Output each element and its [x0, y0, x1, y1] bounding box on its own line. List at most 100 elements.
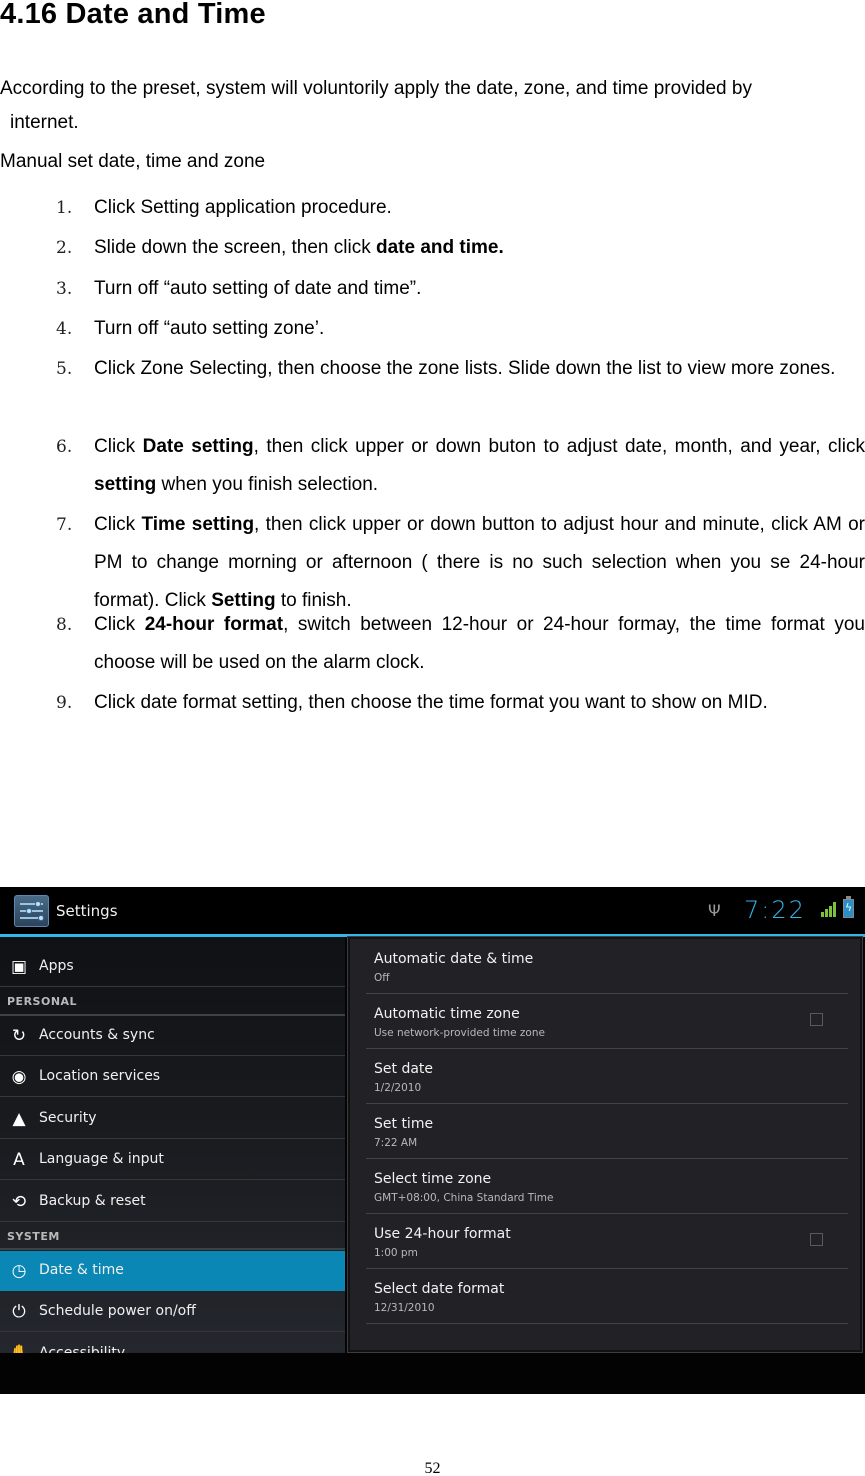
step-text: Click Date setting, then click upper or … — [94, 428, 865, 504]
setting-title: Use 24-hour format — [374, 1226, 511, 1242]
step-number: 5. — [56, 359, 73, 379]
step-emphasis: Date setting — [142, 436, 254, 457]
sidebar-item-label: Accounts & sync — [39, 1027, 155, 1043]
sidebar-item-apps[interactable]: ▣ Apps — [0, 947, 345, 987]
checkbox[interactable] — [810, 1233, 823, 1246]
sidebar-item-label: Location services — [39, 1068, 161, 1084]
step-text: Click Zone Selecting, then choose the zo… — [94, 350, 865, 388]
power-schedule-icon: ⏻ — [12, 1302, 26, 1322]
setting-set-date[interactable]: Set date 1/2/2010 — [366, 1049, 848, 1104]
sidebar-item-label: Accessibility — [39, 1345, 126, 1353]
step-number: 1. — [56, 198, 73, 218]
status-clock: 7:22 — [744, 896, 806, 924]
section-heading: 4.16 Date and Time — [0, 0, 266, 30]
sidebar-item-label: Language & input — [39, 1151, 164, 1167]
sidebar-item-label: Schedule power on/off — [39, 1303, 196, 1319]
setting-automatic-date-time[interactable]: Automatic date & time Off — [366, 939, 848, 994]
backup-icon: ⟲ — [11, 1192, 27, 1212]
step-emphasis: date and time. — [376, 237, 504, 258]
section-divider — [0, 1248, 345, 1250]
setting-summary: 12/31/2010 — [374, 1302, 435, 1314]
battery-charging-icon: ϟ — [843, 896, 854, 918]
section-header-personal: PERSONAL — [7, 995, 78, 1008]
battery-bolt: ϟ — [845, 901, 853, 914]
sidebar-item-label: Date & time — [39, 1262, 124, 1278]
step-text-fragment: Turn off “auto setting of date and time”… — [94, 278, 422, 299]
sidebar-item-schedule-power-on-off[interactable]: ⏻ Schedule power on/off — [0, 1292, 345, 1332]
settings-categories-pane: ▣ Apps PERSONAL ↻ Accounts & sync ◉ Locatio… — [0, 937, 345, 1353]
step-number: 6. — [56, 437, 73, 457]
setting-summary: 1/2/2010 — [374, 1082, 422, 1094]
setting-use-24-hour-format[interactable]: Use 24-hour format 1:00 pm — [366, 1214, 848, 1269]
step-number: 7. — [56, 515, 73, 535]
intro-paragraph-line1: According to the preset, system will vol… — [0, 78, 752, 99]
sidebar-item-language-input[interactable]: A Language & input — [0, 1140, 345, 1180]
app-title: Settings — [56, 902, 118, 920]
setting-summary: 1:00 pm — [374, 1247, 418, 1259]
step-text-fragment: Turn off “auto setting zone’. — [94, 318, 325, 339]
page-number: 52 — [424, 1460, 441, 1476]
sidebar-item-label: Security — [39, 1110, 97, 1126]
setting-select-date-format[interactable]: Select date format 12/31/2010 — [366, 1269, 848, 1324]
step-number: 9. — [56, 693, 73, 713]
step-text-fragment: Click — [94, 436, 143, 457]
sidebar-item-date-time[interactable]: ◷ Date & time — [0, 1251, 345, 1291]
section-header-system: SYSTEM — [7, 1230, 60, 1243]
step-number: 2. — [56, 238, 73, 258]
language-icon: A — [13, 1150, 25, 1170]
step-text: Click 24-hour format, switch between 12-… — [94, 606, 865, 682]
step-text: Turn off “auto setting zone’. — [94, 310, 865, 348]
step-text: Turn off “auto setting of date and time”… — [94, 270, 865, 308]
sidebar-item-backup-reset[interactable]: ⟲ Backup & reset — [0, 1182, 345, 1222]
action-bar: Settings Ψ 7:22 ϟ — [0, 887, 865, 935]
setting-title: Set date — [374, 1061, 434, 1077]
setting-select-time-zone[interactable]: Select time zone GMT+08:00, China Standar… — [366, 1159, 848, 1214]
location-icon: ◉ — [11, 1067, 27, 1087]
sidebar-item-accounts-sync[interactable]: ↻ Accounts & sync — [0, 1016, 345, 1056]
apps-icon: ▣ — [10, 957, 28, 977]
sidebar-item-accessibility[interactable]: ✋ Accessibility — [0, 1334, 345, 1353]
intro-paragraph-line2: internet. — [10, 112, 79, 133]
step-text-fragment: Click date format setting, then choose t… — [94, 692, 768, 713]
settings-screenshot: Settings Ψ 7:22 ϟ ▣ Apps PERSONAL ↻ Accou… — [0, 887, 865, 1394]
step-number: 4. — [56, 319, 73, 339]
settings-sliders-icon[interactable] — [14, 895, 49, 927]
step-text-fragment: Click Zone Selecting, then choose the zo… — [94, 358, 836, 379]
step-text: Slide down the screen, then click date a… — [94, 229, 865, 267]
usb-icon: Ψ — [708, 901, 721, 920]
step-text-fragment: Click — [94, 614, 145, 635]
date-time-settings-pane: Automatic date & time Off Automatic time z… — [347, 936, 863, 1353]
setting-set-time[interactable]: Set time 7:22 AM — [366, 1104, 848, 1159]
step-number: 3. — [56, 279, 73, 299]
setting-title: Set time — [374, 1116, 434, 1132]
setting-summary: Off — [374, 972, 390, 984]
setting-title: Automatic date & time — [374, 951, 534, 967]
setting-title: Select time zone — [374, 1171, 492, 1187]
step-text-fragment: Click — [94, 514, 142, 535]
setting-summary: Use network-provided time zone — [374, 1027, 545, 1039]
sidebar-item-label: Backup & reset — [39, 1193, 146, 1209]
navigation-bar — [0, 1353, 865, 1394]
sidebar-item-security[interactable]: ▲ Security — [0, 1099, 345, 1139]
step-text-fragment: Slide down the screen, then click — [94, 237, 376, 258]
sidebar-item-location-services[interactable]: ◉ Location services — [0, 1057, 345, 1097]
hand-icon: ✋ — [9, 1344, 30, 1353]
step-text-fragment: when you finish selection. — [156, 474, 379, 495]
setting-summary: 7:22 AM — [374, 1137, 418, 1149]
step-text: Click Setting application procedure. — [94, 189, 865, 227]
step-text-fragment: Click Setting application procedure. — [94, 197, 392, 218]
sync-icon: ↻ — [11, 1026, 27, 1046]
step-emphasis: Time setting — [141, 514, 255, 535]
setting-title: Select date format — [374, 1281, 505, 1297]
lock-icon: ▲ — [12, 1109, 26, 1129]
clock-icon: ◷ — [11, 1261, 27, 1281]
setting-automatic-time-zone[interactable]: Automatic time zone Use network-provided … — [366, 994, 848, 1049]
sidebar-item-label: Apps — [39, 958, 74, 974]
setting-summary: GMT+08:00, China Standard Time — [374, 1192, 554, 1204]
step-emphasis: setting — [94, 474, 157, 495]
step-text-fragment: , then click upper or down buton to adju… — [253, 436, 865, 457]
step-text: Click date format setting, then choose t… — [94, 684, 865, 722]
setting-title: Automatic time zone — [374, 1006, 520, 1022]
checkbox[interactable] — [810, 1013, 823, 1026]
signal-bars-icon — [821, 901, 839, 917]
